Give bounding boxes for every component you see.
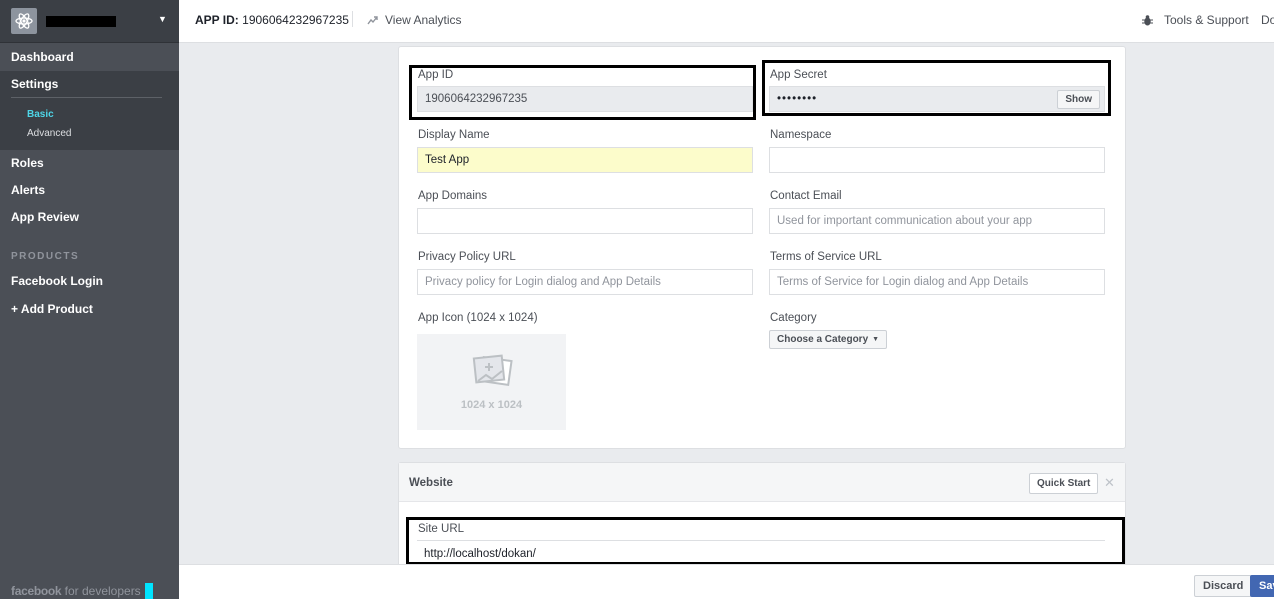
image-placeholder-icon — [472, 354, 513, 386]
namespace-label: Namespace — [770, 129, 832, 141]
sidebar-item-settings[interactable]: Settings — [11, 77, 58, 91]
sidebar-item-app-review[interactable]: App Review — [11, 210, 79, 224]
app-domains-label: App Domains — [418, 190, 488, 202]
category-dropdown-label: Choose a Category — [777, 334, 869, 345]
view-analytics-label: View Analytics — [385, 13, 462, 27]
privacy-policy-label: Privacy Policy URL — [418, 251, 516, 263]
category-dropdown[interactable]: Choose a Category ▼ — [769, 330, 888, 349]
app-id-label: APP ID: — [195, 13, 239, 27]
highlight-box-site-url — [406, 517, 1125, 565]
contact-email-input[interactable]: Used for important communication about y… — [769, 208, 1105, 234]
app-domains-input[interactable] — [417, 208, 753, 234]
trend-arrow-icon — [367, 15, 378, 24]
display-name-value: Test App — [425, 154, 470, 166]
view-analytics-link[interactable]: View Analytics — [367, 13, 461, 27]
sidebar-item-alerts[interactable]: Alerts — [11, 183, 45, 197]
highlight-box-app-id — [409, 65, 756, 120]
sidebar-item-add-product[interactable]: + Add Product — [11, 302, 93, 316]
discard-button[interactable]: Discard — [1194, 575, 1253, 597]
tools-support-label: Tools & Support — [1164, 13, 1249, 27]
save-changes-button[interactable]: Sav — [1250, 575, 1274, 597]
contact-email-label: Contact Email — [770, 190, 842, 202]
caret-down-icon: ▼ — [872, 336, 880, 343]
app-id-display: APP ID: 1906064232967235 — [195, 13, 349, 27]
website-header: Website Quick Start ✕ — [399, 463, 1125, 502]
facebook-developers-logo: facebook for developers — [11, 583, 153, 599]
docs-link[interactable]: Do — [1261, 13, 1274, 27]
app-atom-icon — [11, 8, 37, 34]
basic-settings-card: App ID 1906064232967235 App Secret •••••… — [398, 46, 1126, 449]
sidebar-item-roles[interactable]: Roles — [11, 156, 44, 170]
sidebar: ▼ Dashboard Settings Basic Advanced Role… — [0, 0, 179, 599]
topbar-divider — [352, 11, 353, 27]
bug-icon — [1142, 14, 1153, 25]
sidebar-item-facebook-login[interactable]: Facebook Login — [11, 274, 103, 288]
close-icon[interactable]: ✕ — [1104, 475, 1115, 491]
app-name-redacted — [46, 15, 116, 27]
brand-accent-bar — [144, 583, 153, 599]
display-name-label: Display Name — [418, 129, 490, 141]
sidebar-item-dashboard[interactable]: Dashboard — [11, 50, 74, 64]
sidebar-item-basic[interactable]: Basic — [27, 109, 54, 120]
footer-suffix: for developers — [64, 584, 141, 598]
app-switcher[interactable] — [0, 0, 179, 43]
category-label: Category — [770, 312, 817, 324]
sidebar-item-advanced[interactable]: Advanced — [27, 128, 71, 139]
sidebar-divider — [11, 97, 162, 98]
terms-of-service-label: Terms of Service URL — [770, 251, 882, 263]
quick-start-button[interactable]: Quick Start — [1029, 473, 1099, 494]
chevron-down-icon[interactable]: ▼ — [158, 14, 167, 24]
website-title: Website — [409, 477, 453, 489]
privacy-policy-input[interactable]: Privacy policy for Login dialog and App … — [417, 269, 753, 295]
highlight-box-app-secret — [762, 60, 1111, 116]
privacy-policy-placeholder: Privacy policy for Login dialog and App … — [425, 276, 661, 288]
display-name-input[interactable]: Test App — [417, 147, 753, 173]
app-icon-dimension: 1024 x 1024 — [460, 399, 523, 411]
footer-brand: facebook — [11, 584, 62, 598]
app-icon-label: App Icon (1024 x 1024) — [418, 312, 538, 324]
bottom-action-bar: Discard Sav — [179, 564, 1274, 599]
top-bar: APP ID: 1906064232967235 View Analytics … — [179, 0, 1274, 43]
app-id-value: 1906064232967235 — [242, 13, 349, 27]
tools-support-link[interactable]: Tools & Support — [1141, 13, 1249, 27]
contact-email-placeholder: Used for important communication about y… — [777, 215, 1033, 227]
namespace-input[interactable] — [769, 147, 1105, 173]
products-heading: PRODUCTS — [11, 251, 80, 262]
app-icon-upload[interactable]: 1024 x 1024 — [417, 334, 566, 430]
terms-of-service-placeholder: Terms of Service for Login dialog and Ap… — [777, 276, 1029, 288]
terms-of-service-input[interactable]: Terms of Service for Login dialog and Ap… — [769, 269, 1105, 295]
